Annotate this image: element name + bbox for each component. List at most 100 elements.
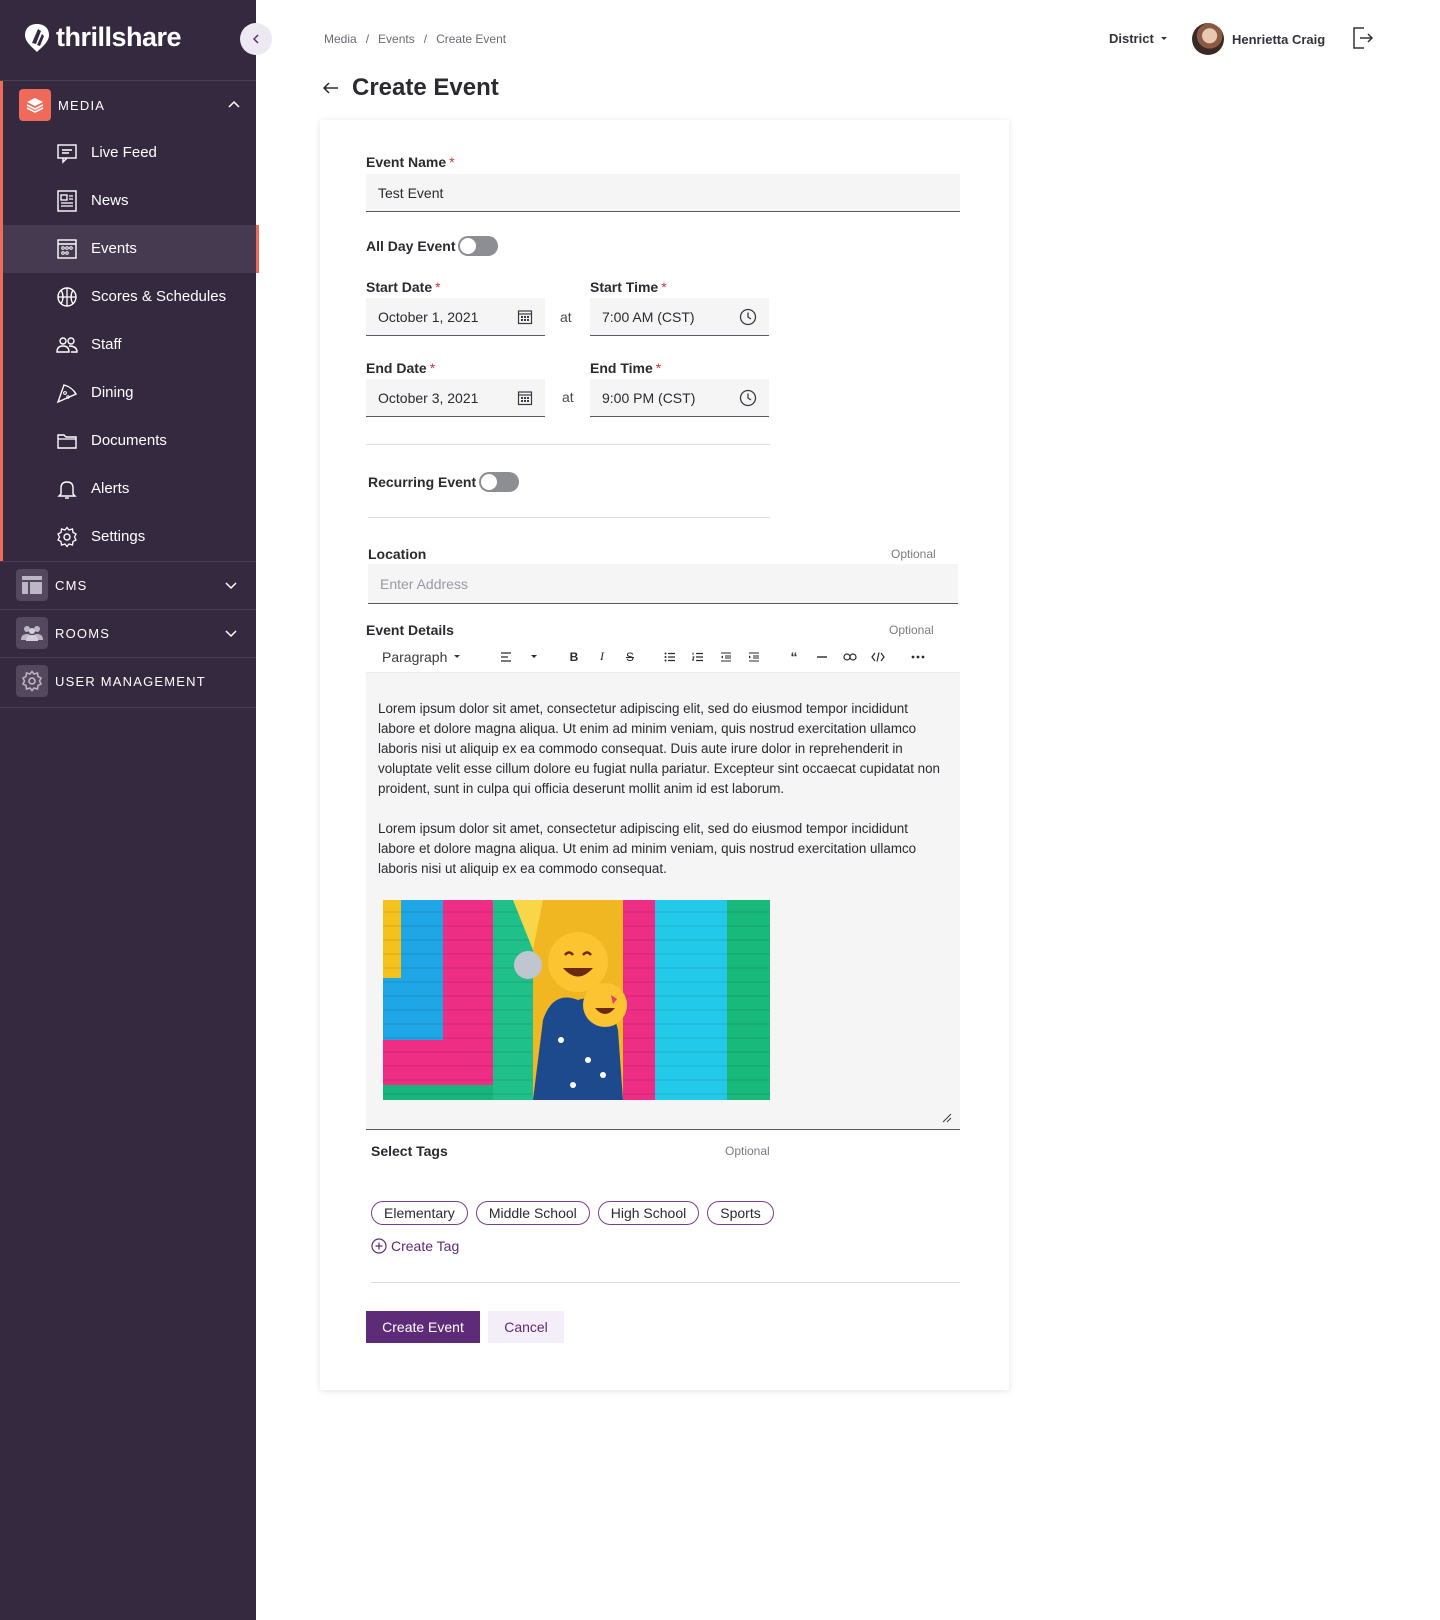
sidebar-item-dining[interactable]: Dining (3, 369, 259, 417)
calendar-icon (57, 239, 77, 259)
layers-icon (19, 89, 51, 121)
italic-icon[interactable]: I (588, 643, 616, 671)
bell-icon (57, 481, 77, 499)
outdent-icon[interactable] (712, 643, 740, 671)
code-icon[interactable] (864, 643, 892, 671)
create-tag-button[interactable]: Create Tag (371, 1238, 459, 1254)
avatar (1192, 23, 1224, 55)
media-section: MEDIA Live Feed News Events Scores & Sch… (0, 81, 259, 561)
align-icon[interactable] (492, 643, 520, 671)
page-header: Create Event (322, 74, 499, 102)
recurring-toggle[interactable] (479, 472, 519, 492)
create-event-form: Event Name * Test Event All Day Event Sta… (320, 120, 1009, 1390)
section-label: USER MANAGEMENT (55, 673, 206, 689)
people-icon (56, 337, 78, 353)
divider (0, 707, 256, 708)
calendar-icon[interactable] (517, 390, 533, 406)
calendar-icon[interactable] (517, 309, 533, 325)
brand-name: thrillshare (56, 22, 182, 52)
layout-icon (16, 569, 48, 601)
thrillshare-logo-icon (25, 23, 49, 52)
end-date-input[interactable]: October 3, 2021 (366, 379, 545, 417)
section-label: CMS (55, 577, 88, 593)
caret-down-icon (454, 654, 461, 658)
folder-icon (57, 434, 77, 449)
user-menu[interactable]: Henrietta Craig (1192, 23, 1325, 55)
section-label: MEDIA (58, 97, 106, 113)
district-dropdown[interactable]: District (1109, 31, 1168, 46)
brand-logo[interactable]: thrillshare (24, 22, 182, 53)
embedded-image[interactable] (383, 900, 770, 1100)
tag-high-school[interactable]: High School (597, 1201, 700, 1225)
at-label: at (560, 309, 572, 325)
back-arrow-icon[interactable] (322, 81, 340, 95)
section-user-management[interactable]: USER MANAGEMENT (0, 657, 256, 705)
more-icon[interactable] (904, 643, 932, 671)
sidebar-item-documents[interactable]: Documents (3, 417, 259, 465)
sidebar-item-alerts[interactable]: Alerts (3, 465, 259, 513)
section-media[interactable]: MEDIA (3, 81, 259, 129)
strikethrough-icon[interactable]: S (616, 643, 644, 671)
collapse-sidebar-button[interactable] (240, 23, 272, 55)
tag-middle-school[interactable]: Middle School (475, 1201, 590, 1225)
sidebar: thrillshare MEDIA Live Feed News Events … (0, 0, 259, 1620)
divider (366, 444, 770, 445)
sidebar-item-news[interactable]: News (3, 177, 259, 225)
end-time-input[interactable]: 9:00 PM (CST) (590, 379, 769, 417)
link-icon[interactable] (836, 643, 864, 671)
caret-down-icon[interactable] (520, 643, 548, 671)
all-day-toggle[interactable] (458, 236, 498, 256)
logout-button[interactable] (1352, 26, 1374, 53)
bold-icon[interactable]: B (560, 643, 588, 671)
location-optional: Optional (891, 547, 936, 561)
horizontal-rule-icon[interactable] (808, 643, 836, 671)
event-details-editor[interactable]: Lorem ipsum dolor sit amet, consectetur … (366, 673, 960, 1130)
sidebar-item-scores-schedules[interactable]: Scores & Schedules (3, 273, 259, 321)
event-name-value: Test Event (378, 184, 444, 201)
chevron-up-icon (228, 100, 240, 108)
breadcrumb-media[interactable]: Media (324, 32, 357, 46)
block-style-dropdown[interactable]: Paragraph (382, 649, 492, 665)
tag-elementary[interactable]: Elementary (371, 1201, 468, 1225)
resize-handle-icon[interactable] (942, 1113, 952, 1123)
numbered-list-icon[interactable] (684, 643, 712, 671)
end-time-value: 9:00 PM (CST) (602, 389, 696, 406)
sidebar-item-events[interactable]: Events (3, 225, 259, 273)
gear-icon (57, 526, 77, 548)
section-rooms[interactable]: ROOMS (0, 609, 256, 657)
all-day-label: All Day Event (366, 238, 456, 254)
blockquote-icon[interactable]: “ (780, 643, 808, 671)
recurring-label: Recurring Event (368, 474, 477, 490)
breadcrumb-events[interactable]: Events (378, 32, 415, 46)
district-label: District (1109, 31, 1154, 46)
indent-icon[interactable] (740, 643, 768, 671)
sidebar-item-label: Staff (91, 336, 122, 353)
clock-icon[interactable] (739, 389, 757, 407)
sidebar-item-live-feed[interactable]: Live Feed (3, 129, 259, 177)
tag-sports[interactable]: Sports (707, 1201, 774, 1225)
clock-icon[interactable] (739, 308, 757, 326)
start-time-value: 7:00 AM (CST) (602, 308, 695, 325)
section-cms[interactable]: CMS (0, 561, 256, 609)
breadcrumb: Media / Events / Create Event (324, 32, 506, 46)
sidebar-item-staff[interactable]: Staff (3, 321, 259, 369)
location-label: Location (368, 546, 427, 562)
create-tag-label: Create Tag (391, 1238, 460, 1254)
bullet-list-icon[interactable] (656, 643, 684, 671)
sidebar-item-label: Alerts (91, 480, 130, 497)
start-date-input[interactable]: October 1, 2021 (366, 298, 545, 336)
divider (368, 517, 770, 518)
cancel-button[interactable]: Cancel (488, 1311, 564, 1343)
event-name-input[interactable]: Test Event (366, 174, 960, 212)
create-event-button[interactable]: Create Event (366, 1311, 480, 1343)
breadcrumb-separator: / (365, 32, 370, 46)
sidebar-item-settings[interactable]: Settings (3, 513, 259, 561)
location-input[interactable]: Enter Address (368, 564, 958, 604)
sidebar-item-label: News (91, 192, 129, 209)
details-paragraph: Lorem ipsum dolor sit amet, consectetur … (378, 701, 940, 796)
start-time-input[interactable]: 7:00 AM (CST) (590, 298, 769, 336)
page-title: Create Event (352, 74, 499, 101)
caret-down-icon (1160, 36, 1167, 40)
section-label: ROOMS (55, 625, 111, 641)
sidebar-item-label: Live Feed (91, 144, 157, 161)
